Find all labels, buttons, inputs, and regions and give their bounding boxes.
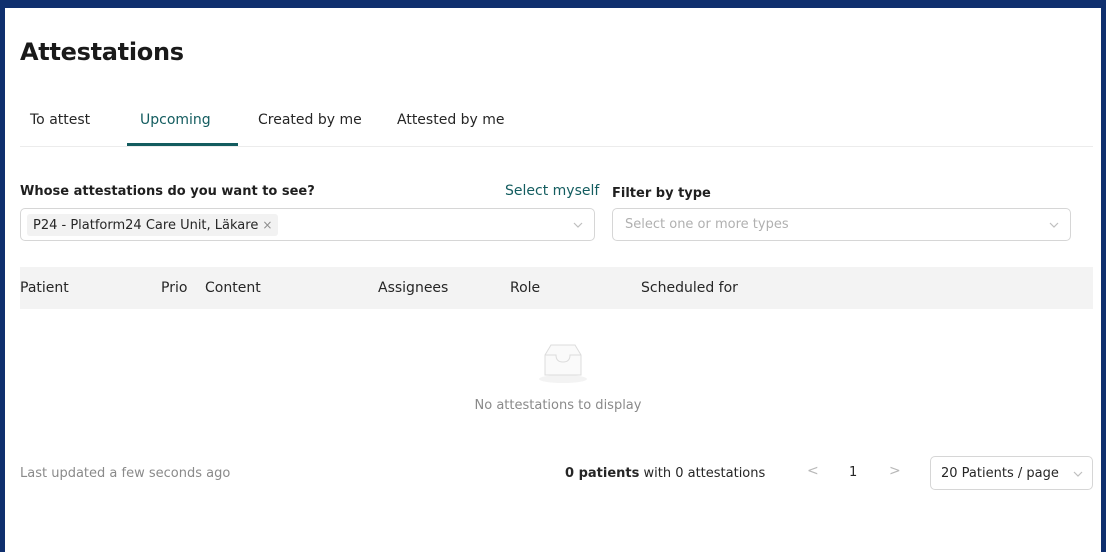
tab-to-attest[interactable]: To attest — [30, 112, 90, 128]
column-header-content: Content — [205, 280, 261, 296]
tag-remove-icon[interactable]: × — [262, 218, 272, 232]
filter-by-type-placeholder: Select one or more types — [625, 217, 789, 232]
next-page-button[interactable]: > — [889, 463, 901, 479]
selected-unit-tag-label: P24 - Platform24 Care Unit, Läkare — [33, 218, 259, 233]
column-header-prio: Prio — [161, 280, 188, 296]
results-count: 0 patients with 0 attestations — [565, 466, 765, 481]
whose-attestations-select[interactable]: P24 - Platform24 Care Unit, Läkare × — [20, 208, 595, 241]
whose-attestations-label: Whose attestations do you want to see? — [20, 184, 315, 199]
page-size-select[interactable]: 20 Patients / page — [930, 456, 1093, 490]
table-header: Patient Prio Content Assignees Role Sche… — [20, 267, 1093, 309]
chevron-down-icon[interactable] — [1048, 219, 1060, 231]
empty-state-text: No attestations to display — [474, 398, 642, 413]
tab-bar: To attest Upcoming Created by me Atteste… — [20, 100, 1093, 147]
filter-by-type-label: Filter by type — [612, 186, 711, 201]
column-header-patient: Patient — [20, 280, 69, 296]
page-size-label: 20 Patients / page — [941, 466, 1059, 481]
last-updated-text: Last updated a few seconds ago — [20, 466, 231, 481]
column-header-role: Role — [510, 280, 541, 296]
app-frame: Attestations To attest Upcoming Created … — [0, 0, 1106, 552]
filter-by-type-select[interactable]: Select one or more types — [612, 208, 1071, 241]
active-tab-indicator — [127, 143, 238, 146]
select-myself-link[interactable]: Select myself — [505, 183, 599, 199]
chevron-down-icon — [1073, 471, 1083, 477]
column-header-assignees: Assignees — [378, 280, 449, 296]
previous-page-button[interactable]: < — [807, 463, 819, 479]
tab-attested-by-me[interactable]: Attested by me — [397, 112, 505, 128]
patients-count: 0 patients — [565, 466, 640, 481]
inbox-icon — [539, 344, 587, 383]
page-number-1[interactable]: 1 — [849, 465, 857, 480]
tab-created-by-me[interactable]: Created by me — [258, 112, 362, 128]
chevron-down-icon[interactable] — [572, 219, 584, 231]
column-header-scheduled-for: Scheduled for — [641, 280, 738, 296]
page-title: Attestations — [20, 38, 184, 66]
tab-upcoming[interactable]: Upcoming — [140, 112, 211, 128]
attestations-count: with 0 attestations — [643, 466, 766, 481]
selected-unit-tag: P24 - Platform24 Care Unit, Läkare × — [27, 214, 279, 236]
